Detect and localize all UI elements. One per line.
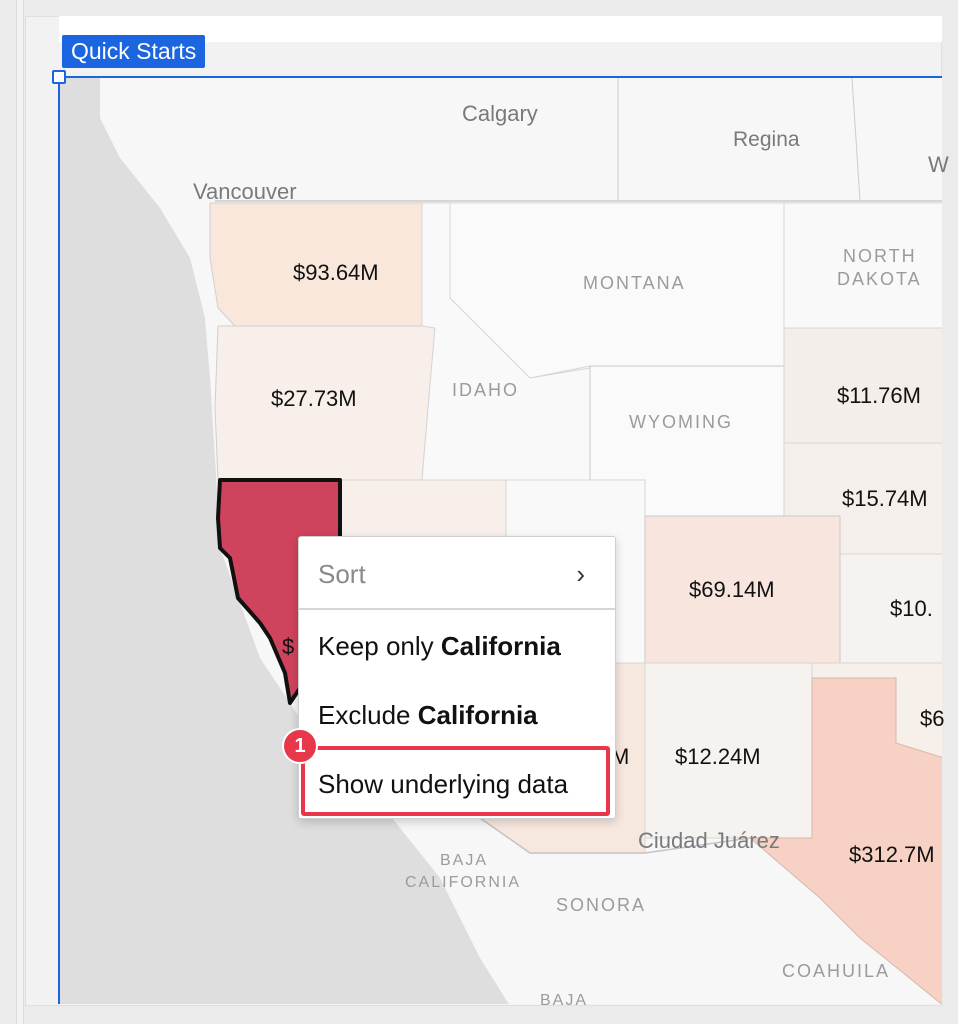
menu-item-sort[interactable]: Sort › xyxy=(299,541,615,607)
region-label-coahuila: COAHUILA xyxy=(782,961,891,981)
keep-prefix: Keep only xyxy=(318,631,441,661)
menu-item-exclude[interactable]: Exclude California xyxy=(299,682,615,748)
region-label-idaho: IDAHO xyxy=(452,380,520,400)
value-label-oklahoma: $6 xyxy=(920,706,945,731)
city-label-ciudad-juarez: Ciudad Juárez xyxy=(638,828,780,853)
value-label-oregon: $27.73M xyxy=(271,386,357,411)
region-label-baja-2: CALIFORNIA xyxy=(405,874,522,891)
sort-label: Sort xyxy=(318,559,366,589)
value-label-nebraska: $10. xyxy=(890,596,933,621)
value-label-california: $ xyxy=(282,634,295,659)
value-label-south-dakota: $15.74M xyxy=(842,486,928,511)
step-badge: 1 xyxy=(282,728,318,764)
region-label-baja-1: BAJA xyxy=(440,852,489,869)
value-label-washington: $93.64M xyxy=(293,260,379,285)
resize-handle[interactable] xyxy=(52,70,66,84)
menu-item-keep-only[interactable]: Keep only California xyxy=(299,613,615,679)
region-label-north-dakota-2: DAKOTA xyxy=(837,269,922,289)
region-label-baja-bottom: BAJA xyxy=(540,992,589,1009)
keep-target: California xyxy=(440,631,561,661)
chevron-right-icon: › xyxy=(576,559,585,589)
exclude-prefix: Exclude xyxy=(318,700,418,730)
highlight-box xyxy=(301,746,610,816)
city-label-vancouver: Vancouver xyxy=(193,179,297,204)
city-label-partial: W xyxy=(928,152,949,177)
region-label-montana: MONTANA xyxy=(583,273,686,293)
region-label-sonora: SONORA xyxy=(556,895,647,915)
region-label-north-dakota-1: NORTH xyxy=(843,246,917,266)
value-label-texas: $312.7M xyxy=(849,842,935,867)
quick-starts-tag[interactable]: Quick Starts xyxy=(62,35,206,68)
left-rail xyxy=(16,0,24,1024)
value-label-north-dakota: $11.76M xyxy=(837,383,921,408)
city-label-calgary: Calgary xyxy=(462,101,538,126)
value-label-new-mexico: $12.24M xyxy=(675,744,761,769)
menu-divider xyxy=(299,608,615,610)
exclude-target: California xyxy=(417,700,538,730)
region-label-wyoming: WYOMING xyxy=(629,412,733,432)
value-label-colorado: $69.14M xyxy=(689,577,775,602)
city-label-regina: Regina xyxy=(733,128,800,151)
